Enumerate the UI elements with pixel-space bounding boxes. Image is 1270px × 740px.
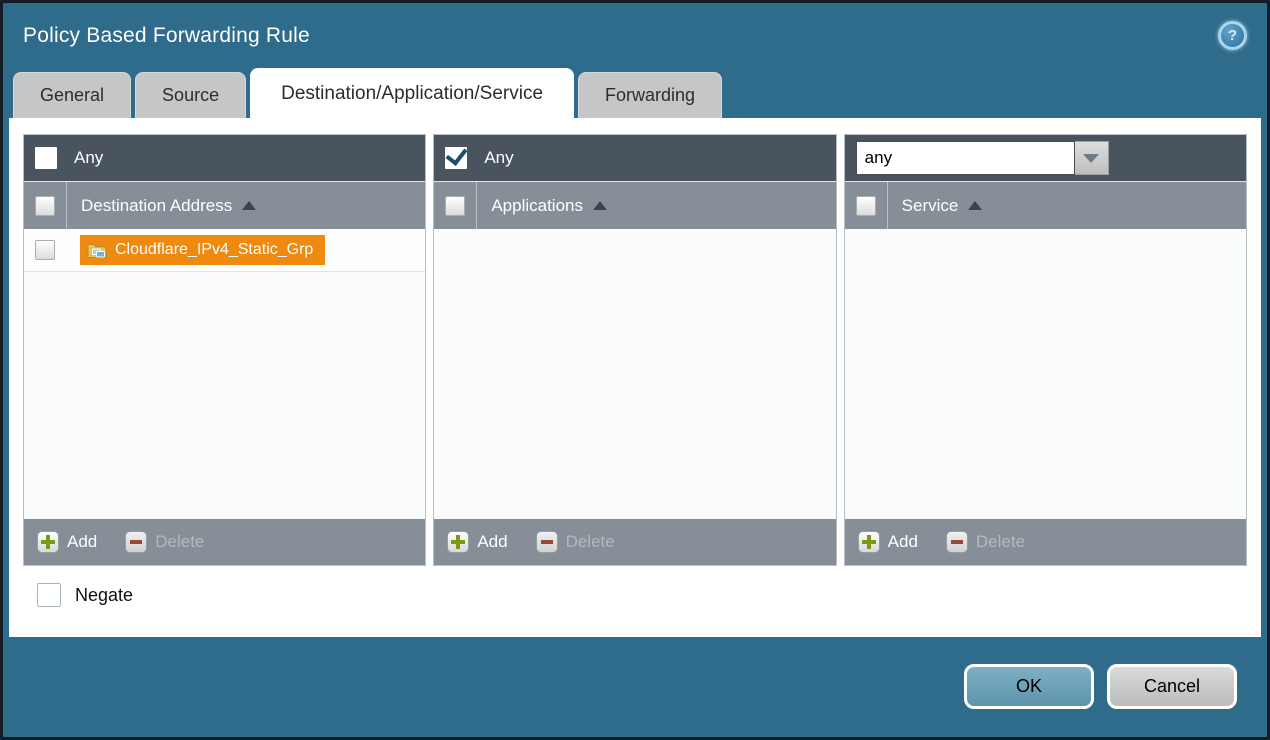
applications-any-label: Any: [484, 148, 513, 168]
applications-any-bar: Any: [434, 135, 835, 181]
tab-forwarding[interactable]: Forwarding: [578, 72, 722, 118]
tab-bar: General Source Destination/Application/S…: [3, 68, 1267, 118]
list-item[interactable]: Cloudflare_IPv4_Static_Grp: [24, 229, 425, 272]
minus-icon: [125, 531, 147, 553]
destination-list: Cloudflare_IPv4_Static_Grp: [24, 229, 425, 519]
ok-button[interactable]: OK: [964, 664, 1094, 709]
tab-general[interactable]: General: [13, 72, 131, 118]
plus-icon: [858, 531, 880, 553]
plus-icon: [447, 531, 469, 553]
service-type-bar: any: [845, 135, 1246, 181]
dialog-footer: OK Cancel: [3, 637, 1267, 737]
sort-asc-icon[interactable]: [593, 201, 607, 210]
service-header-label: Service: [902, 196, 959, 216]
tab-source[interactable]: Source: [135, 72, 246, 118]
cancel-button[interactable]: Cancel: [1107, 664, 1237, 709]
chevron-down-icon: [1083, 154, 1099, 163]
delete-button[interactable]: Delete: [946, 531, 1025, 553]
address-group-icon: [87, 242, 107, 259]
checkmark-icon: [446, 143, 468, 166]
service-select-all-checkbox[interactable]: [856, 196, 876, 216]
dialog-titlebar: Policy Based Forwarding Rule ?: [3, 3, 1267, 68]
applications-header-label: Applications: [491, 196, 583, 216]
plus-icon: [37, 531, 59, 553]
tab-destination-application-service[interactable]: Destination/Application/Service: [250, 68, 574, 118]
delete-button[interactable]: Delete: [536, 531, 615, 553]
service-type-value[interactable]: any: [856, 141, 1075, 175]
destination-address-column: Any Destination Address: [23, 134, 426, 566]
sort-asc-icon[interactable]: [968, 201, 982, 210]
dropdown-button[interactable]: [1075, 141, 1109, 175]
sort-asc-icon[interactable]: [242, 201, 256, 210]
destination-toolbar: Add Delete: [24, 519, 425, 565]
minus-icon: [946, 531, 968, 553]
applications-list: [434, 229, 835, 519]
tab-content-panel: Any Destination Address: [9, 118, 1261, 637]
address-group-name: Cloudflare_IPv4_Static_Grp: [115, 241, 313, 259]
service-column: any Service Add: [844, 134, 1247, 566]
destination-any-label: Any: [74, 148, 103, 168]
destination-select-all-checkbox[interactable]: [35, 196, 55, 216]
add-button[interactable]: Add: [858, 531, 918, 553]
applications-any-checkbox[interactable]: [445, 147, 467, 169]
minus-icon: [536, 531, 558, 553]
add-button[interactable]: Add: [37, 531, 97, 553]
row-checkbox[interactable]: [35, 240, 55, 260]
delete-button[interactable]: Delete: [125, 531, 204, 553]
negate-label: Negate: [75, 585, 133, 606]
negate-row: Negate: [23, 583, 1247, 607]
destination-column-header: Destination Address: [24, 181, 425, 229]
help-icon[interactable]: ?: [1218, 21, 1247, 50]
service-type-dropdown[interactable]: any: [856, 141, 1109, 175]
selected-address-chip[interactable]: Cloudflare_IPv4_Static_Grp: [80, 235, 325, 265]
applications-select-all-checkbox[interactable]: [445, 196, 465, 216]
negate-checkbox[interactable]: [37, 583, 61, 607]
destination-any-bar: Any: [24, 135, 425, 181]
service-column-header: Service: [845, 181, 1246, 229]
pbf-rule-dialog: Policy Based Forwarding Rule ? General S…: [0, 0, 1270, 740]
applications-column: Any Applications Add Delete: [433, 134, 836, 566]
service-list: [845, 229, 1246, 519]
applications-toolbar: Add Delete: [434, 519, 835, 565]
applications-column-header: Applications: [434, 181, 835, 229]
dialog-title: Policy Based Forwarding Rule: [23, 24, 310, 48]
add-button[interactable]: Add: [447, 531, 507, 553]
destination-any-checkbox[interactable]: [35, 147, 57, 169]
service-toolbar: Add Delete: [845, 519, 1246, 565]
columns-container: Any Destination Address: [23, 134, 1247, 566]
destination-header-label: Destination Address: [81, 196, 232, 216]
